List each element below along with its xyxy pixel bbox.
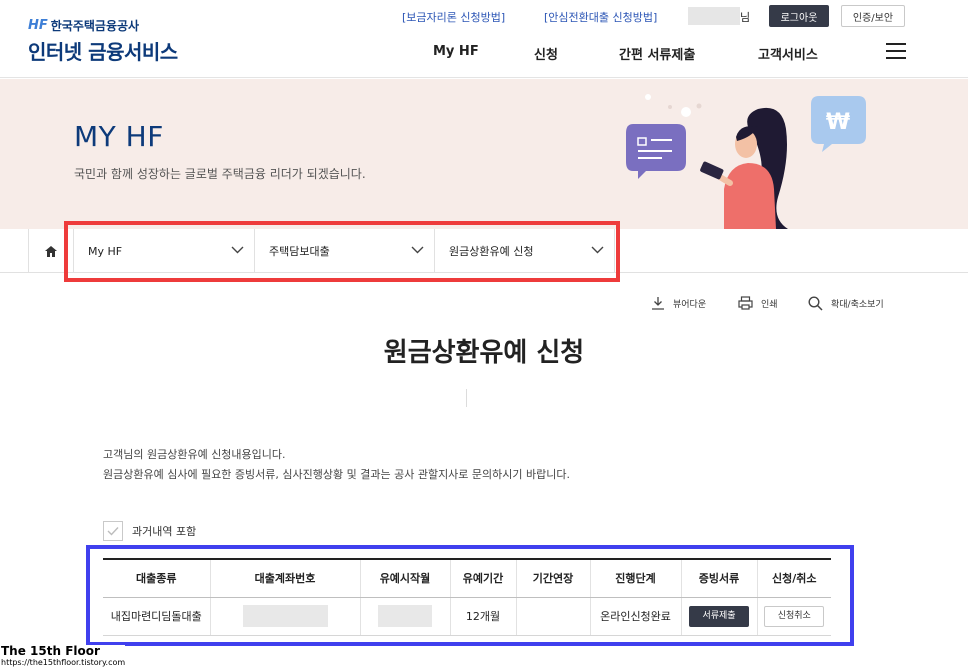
nav-apply[interactable]: 신청 <box>534 44 558 63</box>
viewer-download-button[interactable]: 뷰어다운 <box>651 296 706 310</box>
hero-subtitle: 국민과 함께 성장하는 글로벌 주택금융 리더가 되겠습니다. <box>74 167 366 181</box>
include-history-label: 과거내역 포함 <box>132 525 197 538</box>
include-history-checkbox[interactable]: 과거내역 포함 <box>103 521 196 541</box>
user-suffix: 님 <box>740 11 751 24</box>
description-line-2: 원금상환유예 심사에 필요한 증빙서류, 심사진행상황 및 결과는 공사 관할지… <box>103 468 570 481</box>
search-icon <box>808 296 823 311</box>
zoom-button[interactable]: 확대/축소보기 <box>808 296 884 311</box>
title-divider <box>466 389 467 407</box>
nav-my-hf[interactable]: My HF <box>433 44 479 59</box>
site-header: HF 한국주택금융공사 인터넷 금융서비스 [보금자리론 신청방법] [안심전환… <box>0 0 968 78</box>
utility-bar: [보금자리론 신청방법] [안심전환대출 신청방법] 님 로그아웃 인증/보안 <box>0 5 968 27</box>
bogeumjari-guide-link[interactable]: [보금자리론 신청방법] <box>402 9 505 25</box>
download-icon <box>652 297 664 310</box>
watermark: The 15th Floor https://the15thfloor.tist… <box>1 644 126 668</box>
hero-illustration-icon: ₩ <box>626 94 866 229</box>
hero-title: MY HF <box>74 120 164 153</box>
description-line-1: 고객님의 원금상환유예 신청내용입니다. <box>103 448 286 461</box>
nav-easy-document[interactable]: 간편 서류제출 <box>619 44 695 63</box>
page-title: 원금상환유예 신청 <box>383 338 585 368</box>
masked-user-name <box>688 7 740 25</box>
watermark-title: The 15th Floor <box>1 644 100 658</box>
print-button[interactable]: 인쇄 <box>738 296 778 310</box>
printer-icon <box>738 296 753 310</box>
menu-icon[interactable] <box>886 43 906 59</box>
ansim-guide-link[interactable]: [안심전환대출 신청방법] <box>544 9 657 25</box>
check-icon <box>107 527 119 536</box>
watermark-url: https://the15thfloor.tistory.com <box>1 658 126 667</box>
auth-security-button[interactable]: 인증/보안 <box>841 5 905 27</box>
nav-customer-service[interactable]: 고객서비스 <box>758 44 818 63</box>
checkbox-box[interactable] <box>103 521 123 541</box>
svg-text:₩: ₩ <box>826 110 850 135</box>
main-nav: My HF 신청 간편 서류제출 고객서비스 <box>0 44 968 64</box>
page-tools: 뷰어다운 인쇄 확대/축소보기 <box>0 296 968 312</box>
logout-button[interactable]: 로그아웃 <box>769 5 829 27</box>
highlight-box-blue <box>86 545 854 646</box>
hero-banner: MY HF 국민과 함께 성장하는 글로벌 주택금융 리더가 되겠습니다. ₩ <box>0 79 968 229</box>
highlight-box-red <box>64 221 620 282</box>
